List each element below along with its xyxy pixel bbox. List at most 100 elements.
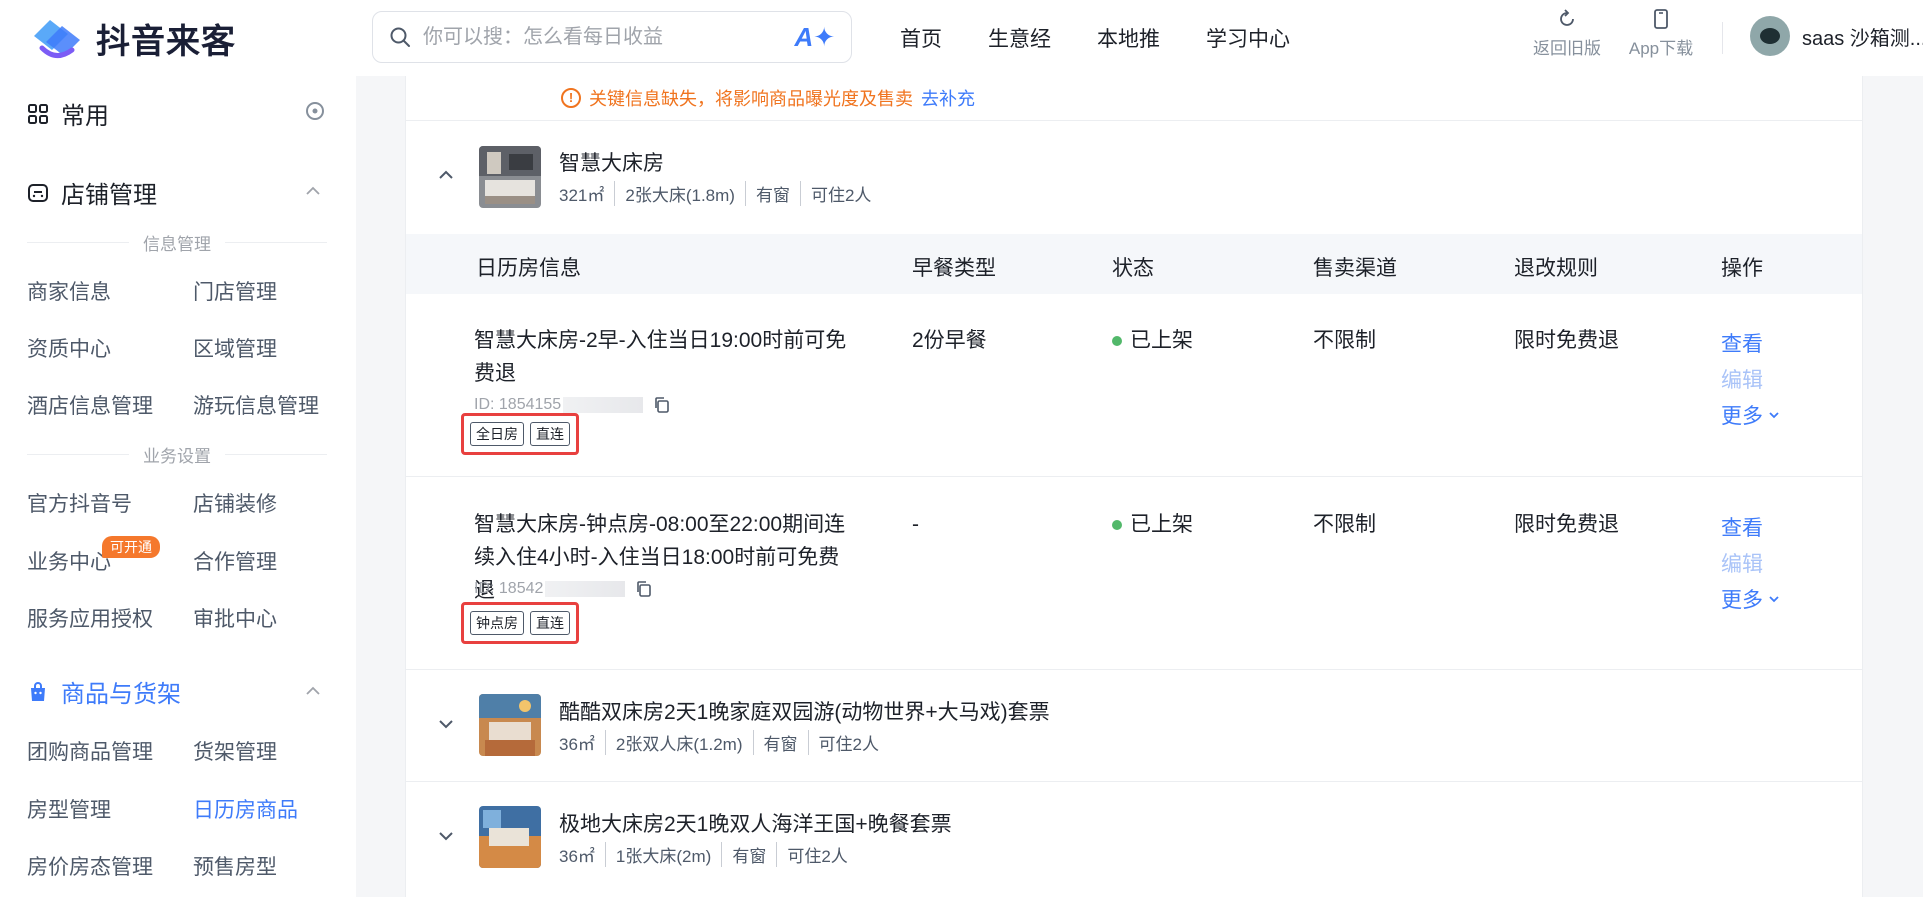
ai-search-icon[interactable]: A✦ <box>794 22 835 53</box>
chevron-down-icon[interactable] <box>436 714 456 734</box>
menu-store-management[interactable]: 门店管理 <box>193 276 277 306</box>
search-icon <box>390 27 410 47</box>
settings-icon[interactable] <box>304 100 326 122</box>
status-text: 已上架 <box>1130 513 1193 536</box>
room-area: 36㎡ <box>559 847 595 866</box>
product-tags-highlight: 钟点房 直连 <box>461 602 579 644</box>
edit-button[interactable]: 编辑 <box>1721 548 1763 578</box>
th-calendar-room-info: 日历房信息 <box>476 257 581 280</box>
view-button[interactable]: 查看 <box>1721 512 1763 542</box>
app-logo[interactable]: 抖音来客 <box>28 12 236 64</box>
room-bed: 2张双人床(1.2m) <box>604 730 743 755</box>
nav-business[interactable]: 生意经 <box>988 23 1051 53</box>
th-status: 状态 <box>1112 257 1154 280</box>
sidebar-common[interactable]: 常用 <box>27 96 109 131</box>
room-row[interactable]: 酷酷双床房2天1晚家庭双园游(动物世界+大马戏)套票 36㎡ 2张双人床(1.2… <box>406 670 1862 782</box>
menu-calendar-room-goods[interactable]: 日历房商品 <box>193 794 298 824</box>
store-icon <box>28 183 48 202</box>
search-box[interactable]: A✦ <box>372 11 852 63</box>
chevron-down-icon[interactable] <box>436 826 456 846</box>
chevron-down-icon <box>1769 596 1779 603</box>
sales-channel: 不限制 <box>1313 329 1376 352</box>
chevron-up-icon[interactable] <box>304 682 322 700</box>
sidebar-store-management[interactable]: 店铺管理 <box>27 175 157 210</box>
product-name: 智慧大床房-2早-入住当日19:00时前可免费退 <box>474 329 847 385</box>
menu-approval-center[interactable]: 审批中心 <box>193 603 277 633</box>
menu-hotel-info[interactable]: 酒店信息管理 <box>27 390 153 420</box>
shopping-bag-icon <box>31 681 45 701</box>
room-bed: 2张大床(1.8m) <box>614 181 735 206</box>
supplement-link[interactable]: 去补充 <box>921 85 975 111</box>
menu-room-price-status[interactable]: 房价房态管理 <box>27 851 153 881</box>
sidebar-common-label: 常用 <box>61 103 109 130</box>
room-title: 智慧大床房 <box>559 152 664 175</box>
main-panel: ! 关键信息缺失，将影响商品曝光度及售卖 去补充 智慧大床房 321㎡ 2张大床… <box>405 76 1863 897</box>
breakfast-type: 2份早餐 <box>912 329 987 352</box>
sidebar-goods-shelf[interactable]: 商品与货架 <box>27 674 181 709</box>
app-download-label: App下载 <box>1628 39 1694 58</box>
room-meta: 36㎡ 2张双人床(1.2m) 有窗 可住2人 <box>559 730 879 755</box>
menu-area-management[interactable]: 区域管理 <box>193 333 277 363</box>
nav-learning[interactable]: 学习中心 <box>1206 23 1290 53</box>
product-id: ID: 18542 <box>474 580 653 598</box>
product-id-text: ID: 18542 <box>474 580 544 597</box>
menu-qualification[interactable]: 资质中心 <box>27 333 111 363</box>
room-row[interactable]: 智慧大床房 321㎡ 2张大床(1.8m) 有窗 可住2人 <box>406 121 1862 233</box>
nav-home[interactable]: 首页 <box>900 23 942 53</box>
room-row[interactable]: 极地大床房2天1晚双人海洋王国+晚餐套票 36㎡ 1张大床(2m) 有窗 可住2… <box>406 782 1862 894</box>
room-title: 极地大床房2天1晚双人海洋王国+晚餐套票 <box>559 813 952 836</box>
room-area: 321㎡ <box>559 186 605 205</box>
app-download-button[interactable]: App下载 <box>1616 8 1706 59</box>
more-button[interactable]: 更多 <box>1721 584 1781 614</box>
refund-rule: 限时免费退 <box>1514 329 1619 352</box>
menu-store-decoration[interactable]: 店铺装修 <box>193 488 277 518</box>
menu-presale-room[interactable]: 预售房型 <box>193 851 277 881</box>
menu-service-auth[interactable]: 服务应用授权 <box>27 603 153 633</box>
view-button[interactable]: 查看 <box>1721 328 1763 358</box>
phone-icon <box>1654 9 1668 29</box>
menu-cooperation[interactable]: 合作管理 <box>193 546 277 576</box>
room-area: 36㎡ <box>559 735 595 754</box>
menu-official-douyin[interactable]: 官方抖音号 <box>27 488 132 518</box>
room-window: 有窗 <box>752 730 798 755</box>
menu-business-center[interactable]: 业务中心 <box>27 546 111 576</box>
tag-hourly: 钟点房 <box>470 611 524 635</box>
nav-local-promo[interactable]: 本地推 <box>1097 23 1160 53</box>
room-thumbnail <box>479 806 541 868</box>
menu-room-type[interactable]: 房型管理 <box>27 794 111 824</box>
warning-icon: ! <box>561 88 581 108</box>
breakfast-type: - <box>912 513 919 536</box>
logo-icon <box>34 20 80 58</box>
th-breakfast: 早餐类型 <box>912 257 996 280</box>
chevron-up-icon[interactable] <box>436 165 456 185</box>
more-label: 更多 <box>1721 589 1763 612</box>
user-menu[interactable]: saas 沙箱测... <box>1750 16 1923 56</box>
menu-play-info[interactable]: 游玩信息管理 <box>193 390 319 420</box>
chevron-up-icon[interactable] <box>304 182 322 200</box>
logo-text: 抖音来客 <box>96 22 236 61</box>
masked-id <box>563 397 644 413</box>
more-label: 更多 <box>1721 405 1763 428</box>
product-tags-highlight: 全日房 直连 <box>461 413 579 455</box>
copy-icon[interactable] <box>635 580 653 598</box>
masked-id <box>545 581 626 597</box>
room-meta: 36㎡ 1张大床(2m) 有窗 可住2人 <box>559 842 848 867</box>
table-header: 日历房信息 早餐类型 状态 售卖渠道 退改规则 操作 <box>406 234 1862 294</box>
edit-button[interactable]: 编辑 <box>1721 364 1763 394</box>
missing-info-warning: ! 关键信息缺失，将影响商品曝光度及售卖 去补充 <box>561 76 975 120</box>
menu-group-goods[interactable]: 团购商品管理 <box>27 736 153 766</box>
menu-shelf-management[interactable]: 货架管理 <box>193 736 277 766</box>
room-capacity: 可住2人 <box>807 730 879 755</box>
room-title: 酷酷双床房2天1晚家庭双园游(动物世界+大马戏)套票 <box>559 701 1050 724</box>
copy-icon[interactable] <box>653 396 671 414</box>
group-info-management: 信息管理 <box>27 230 327 255</box>
back-old-version-button[interactable]: 返回旧版 <box>1522 8 1612 59</box>
room-capacity: 可住2人 <box>776 842 848 867</box>
sidebar-goods-label: 商品与货架 <box>61 681 181 708</box>
search-input[interactable] <box>423 25 795 49</box>
refresh-icon <box>1560 9 1574 26</box>
menu-merchant-info[interactable]: 商家信息 <box>27 276 111 306</box>
sidebar: 常用 店铺管理 信息管理 商家信息 门店管理 资质中心 区域管理 酒店信息管理 … <box>0 76 356 897</box>
more-button[interactable]: 更多 <box>1721 400 1781 430</box>
room-bed: 1张大床(2m) <box>604 842 711 867</box>
